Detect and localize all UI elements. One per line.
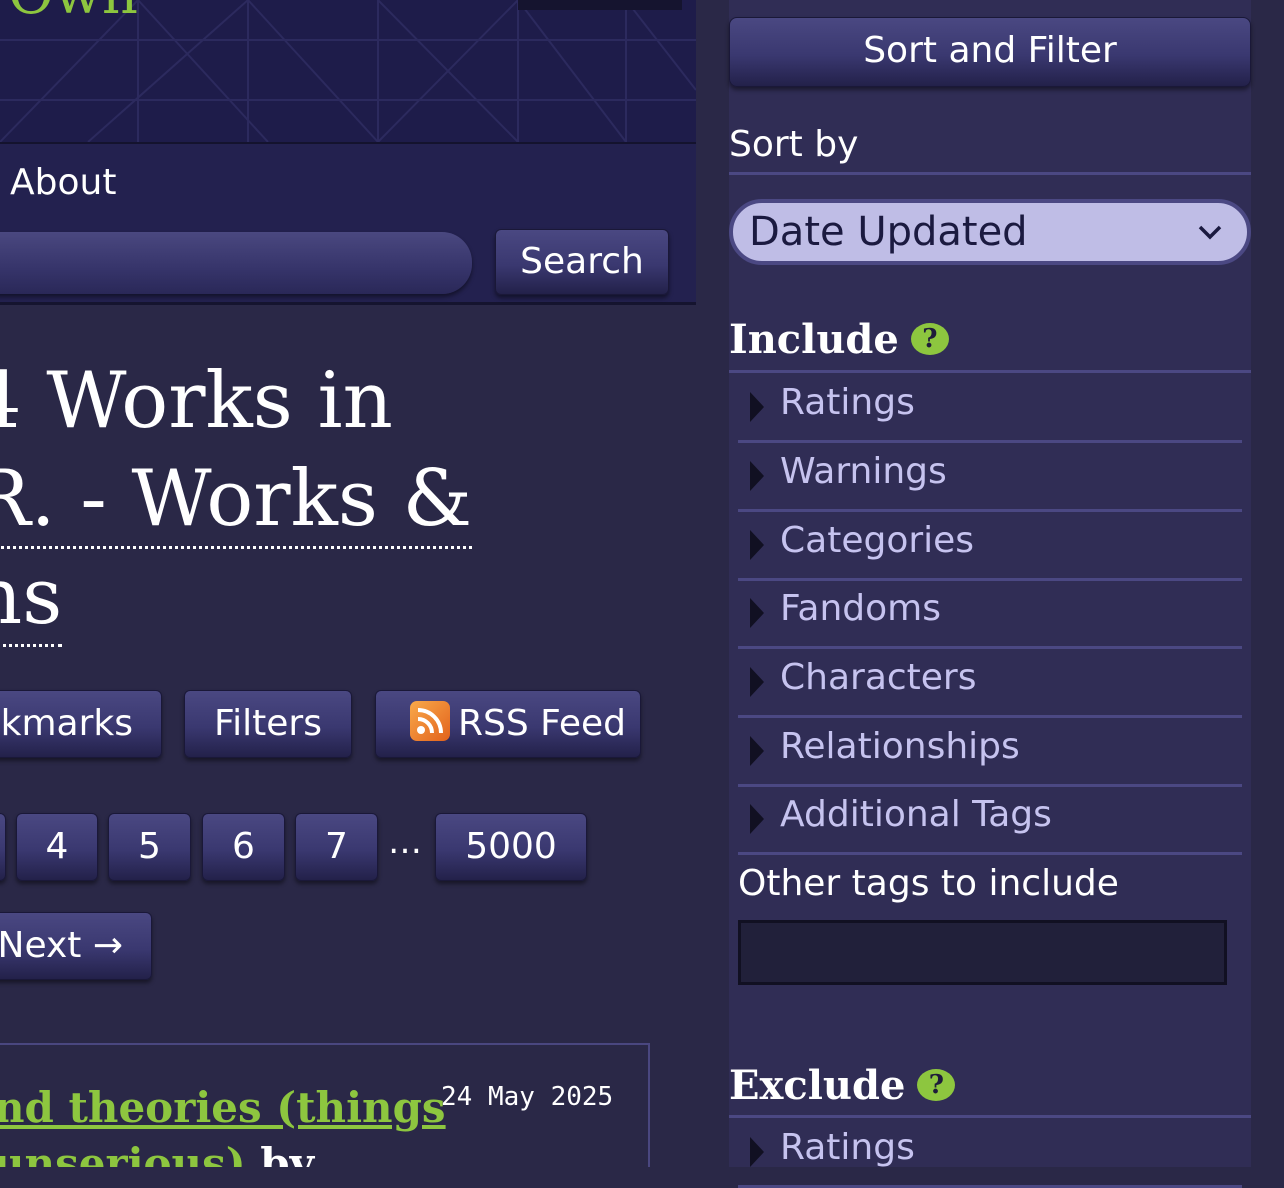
sort-and-filter-button[interactable]: Sort and Filter bbox=[729, 17, 1251, 87]
include-categories-label: Categories bbox=[780, 520, 975, 561]
sort-by-value: Date Updated bbox=[749, 209, 1028, 255]
include-warnings-toggle[interactable]: Warnings bbox=[738, 441, 1242, 512]
pagination-page-3[interactable]: 3 bbox=[0, 813, 6, 881]
title-fandom-link[interactable]: R. - Works & bbox=[0, 454, 473, 549]
work-title-link[interactable]: nd theories (things bbox=[0, 1083, 446, 1132]
sort-by-select[interactable]: Date Updated bbox=[729, 199, 1251, 265]
rss-feed-label: RSS Feed bbox=[457, 703, 627, 744]
exclude-heading-text: Exclude bbox=[729, 1062, 906, 1109]
include-fandoms-label: Fandoms bbox=[780, 588, 941, 629]
expand-triangle-icon bbox=[750, 392, 764, 422]
sort-by-label: Sort by bbox=[729, 124, 859, 165]
include-additional-tags-label: Additional Tags bbox=[780, 794, 1052, 835]
search-button[interactable]: Search bbox=[495, 229, 669, 295]
pagination-page-5[interactable]: 5 bbox=[108, 813, 191, 881]
help-icon[interactable]: ? bbox=[910, 323, 949, 355]
include-ratings-label: Ratings bbox=[780, 382, 915, 423]
main-content: Own About Search 4 Works in R. - Works &… bbox=[0, 0, 696, 1167]
title-line-1: 4 Works in bbox=[0, 356, 393, 446]
pagination-page-7[interactable]: 7 bbox=[295, 813, 378, 881]
include-relationships-toggle[interactable]: Relationships bbox=[738, 716, 1242, 787]
include-heading: Include? bbox=[729, 316, 949, 363]
include-fandoms-toggle[interactable]: Fandoms bbox=[738, 578, 1242, 649]
title-fandom-link-end[interactable]: ns bbox=[0, 552, 63, 647]
chevron-down-icon bbox=[1198, 225, 1222, 240]
exclude-ratings-label: Ratings bbox=[780, 1127, 915, 1168]
nav-about-link[interactable]: About bbox=[10, 162, 116, 203]
include-ratings-toggle[interactable]: Ratings bbox=[738, 372, 1242, 443]
exclude-ratings-toggle[interactable]: Ratings bbox=[738, 1117, 1242, 1188]
expand-triangle-icon bbox=[750, 598, 764, 628]
expand-triangle-icon bbox=[750, 1137, 764, 1167]
expand-triangle-icon bbox=[750, 804, 764, 834]
other-tags-label: Other tags to include bbox=[738, 863, 1119, 904]
site-logo-text[interactable]: Own bbox=[8, 0, 138, 27]
rss-icon bbox=[409, 701, 450, 741]
work-date: 24 May 2025 bbox=[441, 1082, 614, 1112]
divider bbox=[729, 172, 1251, 175]
pagination-last-page[interactable]: 5000 bbox=[435, 813, 587, 881]
filter-sidebar: Sort and Filter Sort by Date Updated Inc… bbox=[696, 0, 1284, 1188]
pagination-next-button[interactable]: Next → bbox=[0, 912, 152, 980]
expand-triangle-icon bbox=[750, 530, 764, 560]
include-characters-label: Characters bbox=[780, 657, 977, 698]
work-by-text: by bbox=[245, 1139, 314, 1167]
include-categories-toggle[interactable]: Categories bbox=[738, 510, 1242, 581]
include-additional-tags-toggle[interactable]: Additional Tags bbox=[738, 784, 1242, 855]
include-warnings-label: Warnings bbox=[780, 451, 947, 492]
expand-triangle-icon bbox=[750, 667, 764, 697]
include-heading-text: Include bbox=[729, 316, 899, 363]
other-tags-input[interactable] bbox=[738, 920, 1227, 985]
pagination-page-4[interactable]: 4 bbox=[16, 813, 98, 881]
primary-nav: About Search bbox=[0, 144, 696, 305]
site-header: Own bbox=[0, 0, 696, 144]
pagination-gap: … bbox=[388, 822, 422, 862]
help-icon[interactable]: ? bbox=[917, 1069, 956, 1101]
work-heading: nd theories (things unserious) by bbox=[0, 1080, 514, 1167]
search-input[interactable] bbox=[0, 232, 472, 294]
header-login-box bbox=[518, 0, 682, 10]
expand-triangle-icon bbox=[750, 461, 764, 491]
bookmarks-button[interactable]: kmarks bbox=[0, 690, 162, 758]
exclude-heading: Exclude? bbox=[729, 1062, 956, 1109]
work-title-link-cont[interactable]: unserious) bbox=[0, 1139, 246, 1167]
rss-feed-button[interactable]: RSS Feed bbox=[375, 690, 641, 758]
include-relationships-label: Relationships bbox=[780, 726, 1020, 767]
expand-triangle-icon bbox=[750, 736, 764, 766]
include-characters-toggle[interactable]: Characters bbox=[738, 647, 1242, 718]
page-title: 4 Works in R. - Works & ns bbox=[0, 352, 672, 647]
pagination-page-6[interactable]: 6 bbox=[202, 813, 285, 881]
filters-button[interactable]: Filters bbox=[184, 690, 352, 758]
